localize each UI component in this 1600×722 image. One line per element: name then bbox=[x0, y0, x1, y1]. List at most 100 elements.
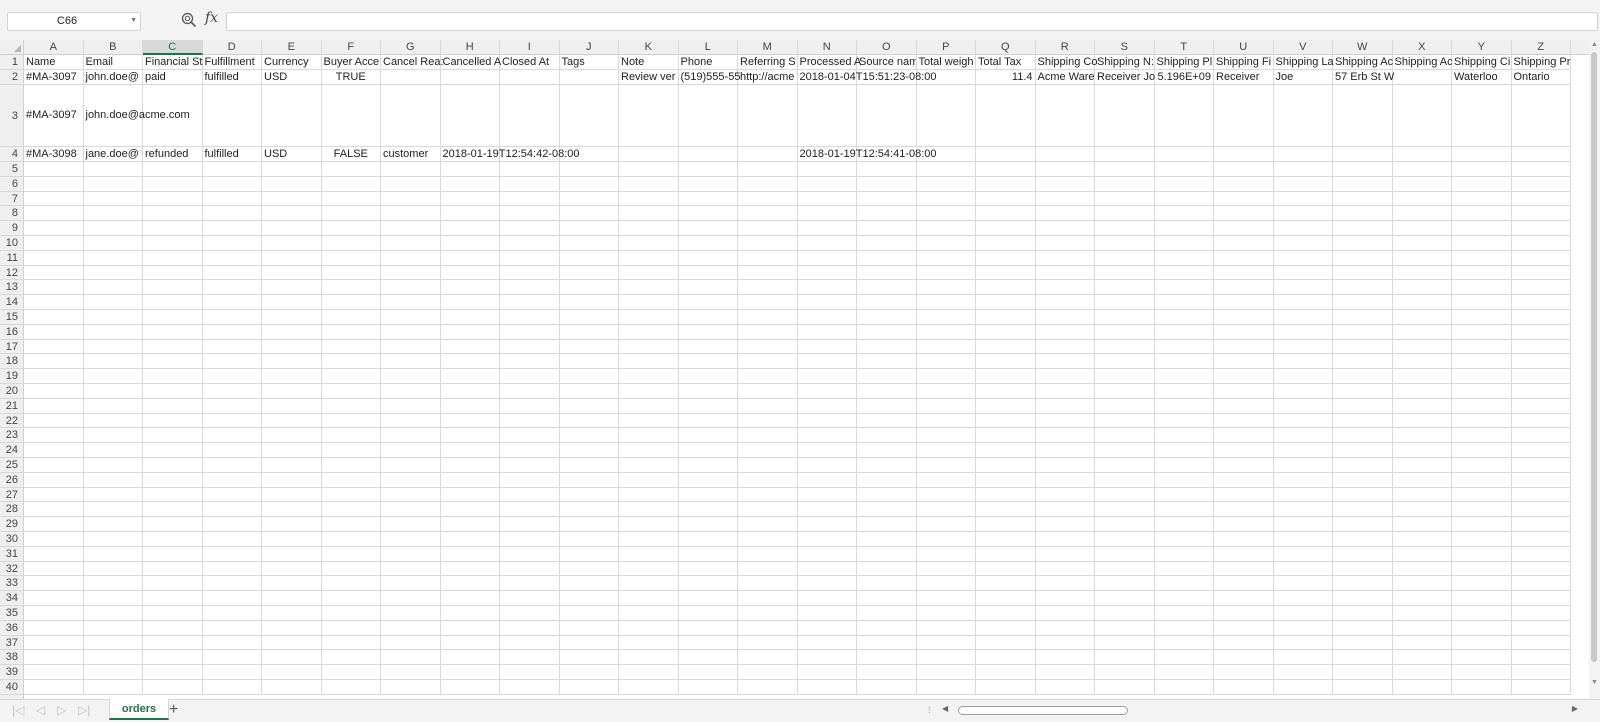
cell-t11[interactable] bbox=[1154, 250, 1214, 266]
cell-r38[interactable] bbox=[1035, 650, 1095, 666]
cell-d6[interactable] bbox=[202, 176, 262, 192]
zoom-icon[interactable] bbox=[181, 12, 197, 28]
cell-b15[interactable] bbox=[83, 310, 143, 325]
cell-q7[interactable] bbox=[976, 191, 1036, 207]
cell-p23[interactable] bbox=[916, 428, 976, 444]
cell-w36[interactable] bbox=[1333, 620, 1393, 636]
cell-w22[interactable] bbox=[1333, 413, 1393, 429]
cell-d19[interactable] bbox=[202, 369, 262, 384]
cell-t3[interactable] bbox=[1154, 85, 1214, 147]
cell-p14[interactable] bbox=[916, 295, 976, 310]
cell-v8[interactable] bbox=[1273, 206, 1333, 222]
cell-e4[interactable]: USD bbox=[262, 147, 322, 162]
cell-c13[interactable] bbox=[143, 280, 203, 296]
row-header-14[interactable]: 14 bbox=[0, 295, 24, 310]
cell-l40[interactable] bbox=[678, 680, 738, 695]
cell-b34[interactable] bbox=[83, 591, 143, 606]
cell-w17[interactable] bbox=[1333, 339, 1393, 355]
cell-w21[interactable] bbox=[1333, 398, 1393, 414]
cell-r6[interactable] bbox=[1035, 176, 1095, 192]
cell-p5[interactable] bbox=[916, 162, 976, 177]
cell-q16[interactable] bbox=[976, 324, 1036, 340]
cell-a12[interactable] bbox=[24, 265, 84, 281]
cell-r30[interactable] bbox=[1035, 532, 1095, 547]
cell-i10[interactable] bbox=[500, 236, 560, 251]
cell-y14[interactable] bbox=[1452, 295, 1512, 310]
cell-r40[interactable] bbox=[1035, 680, 1095, 695]
cell-d20[interactable] bbox=[202, 384, 262, 399]
cell-y17[interactable] bbox=[1452, 339, 1512, 355]
cell-j34[interactable] bbox=[559, 591, 619, 606]
cell-f24[interactable] bbox=[321, 443, 381, 458]
cell-g40[interactable] bbox=[381, 680, 441, 695]
column-header-v[interactable]: V bbox=[1274, 40, 1333, 55]
cell-u23[interactable] bbox=[1214, 428, 1274, 444]
cell-a5[interactable] bbox=[24, 162, 84, 177]
cell-k27[interactable] bbox=[619, 487, 679, 503]
cell-m35[interactable] bbox=[738, 606, 798, 621]
cell-p6[interactable] bbox=[916, 176, 976, 192]
cell-f36[interactable] bbox=[321, 620, 381, 636]
cell-i19[interactable] bbox=[500, 369, 560, 384]
cell-h2[interactable] bbox=[440, 70, 500, 85]
cell-s15[interactable] bbox=[1095, 310, 1155, 325]
cell-b25[interactable] bbox=[83, 458, 143, 473]
cell-t25[interactable] bbox=[1154, 458, 1214, 473]
cell-r5[interactable] bbox=[1035, 162, 1095, 177]
cell-k31[interactable] bbox=[619, 546, 679, 562]
column-header-h[interactable]: H bbox=[441, 40, 500, 55]
cell-n1[interactable]: Processed A bbox=[797, 55, 861, 70]
cell-m17[interactable] bbox=[738, 339, 798, 355]
cell-s6[interactable] bbox=[1095, 176, 1155, 192]
cell-b2[interactable]: john.doe@ bbox=[83, 70, 143, 85]
column-header-j[interactable]: J bbox=[560, 40, 619, 55]
cell-i32[interactable] bbox=[500, 561, 560, 577]
cell-q31[interactable] bbox=[976, 546, 1036, 562]
cell-r22[interactable] bbox=[1035, 413, 1095, 429]
cell-f13[interactable] bbox=[321, 280, 381, 296]
cell-o31[interactable] bbox=[857, 546, 917, 562]
cell-o10[interactable] bbox=[857, 236, 917, 251]
cell-w13[interactable] bbox=[1333, 280, 1393, 296]
cell-v2[interactable]: Joe bbox=[1273, 70, 1333, 85]
cell-n16[interactable] bbox=[797, 324, 857, 340]
cell-e26[interactable] bbox=[262, 472, 322, 488]
cell-w12[interactable] bbox=[1333, 265, 1393, 281]
column-header-t[interactable]: T bbox=[1155, 40, 1214, 55]
cell-b33[interactable] bbox=[83, 576, 143, 592]
scroll-down-icon[interactable]: ▼ bbox=[1591, 679, 1598, 686]
cell-g9[interactable] bbox=[381, 221, 441, 236]
cell-h17[interactable] bbox=[440, 339, 500, 355]
cell-i30[interactable] bbox=[500, 532, 560, 547]
cell-l7[interactable] bbox=[678, 191, 738, 207]
last-sheet-icon[interactable]: ▷| bbox=[78, 703, 90, 717]
cell-n3[interactable] bbox=[797, 85, 857, 147]
cell-g21[interactable] bbox=[381, 398, 441, 414]
cell-c35[interactable] bbox=[143, 606, 203, 621]
cell-s33[interactable] bbox=[1095, 576, 1155, 592]
cell-c20[interactable] bbox=[143, 384, 203, 399]
cell-p15[interactable] bbox=[916, 310, 976, 325]
cell-r3[interactable] bbox=[1035, 85, 1095, 147]
cell-i26[interactable] bbox=[500, 472, 560, 488]
cell-z38[interactable] bbox=[1511, 650, 1571, 666]
cell-b35[interactable] bbox=[83, 606, 143, 621]
row-header-12[interactable]: 12 bbox=[0, 266, 24, 281]
cell-g19[interactable] bbox=[381, 369, 441, 384]
cell-g11[interactable] bbox=[381, 250, 441, 266]
cell-x2[interactable] bbox=[1392, 70, 1452, 85]
cell-y9[interactable] bbox=[1452, 221, 1512, 236]
cell-u33[interactable] bbox=[1214, 576, 1274, 592]
column-header-l[interactable]: L bbox=[679, 40, 738, 55]
cell-j19[interactable] bbox=[559, 369, 619, 384]
cell-r35[interactable] bbox=[1035, 606, 1095, 621]
cell-c7[interactable] bbox=[143, 191, 203, 207]
cell-f2[interactable]: TRUE bbox=[321, 70, 381, 85]
cell-s3[interactable] bbox=[1095, 85, 1155, 147]
cell-w40[interactable] bbox=[1333, 680, 1393, 695]
cell-r25[interactable] bbox=[1035, 458, 1095, 473]
cell-e10[interactable] bbox=[262, 236, 322, 251]
cell-v23[interactable] bbox=[1273, 428, 1333, 444]
cell-a35[interactable] bbox=[24, 606, 84, 621]
cell-h11[interactable] bbox=[440, 250, 500, 266]
